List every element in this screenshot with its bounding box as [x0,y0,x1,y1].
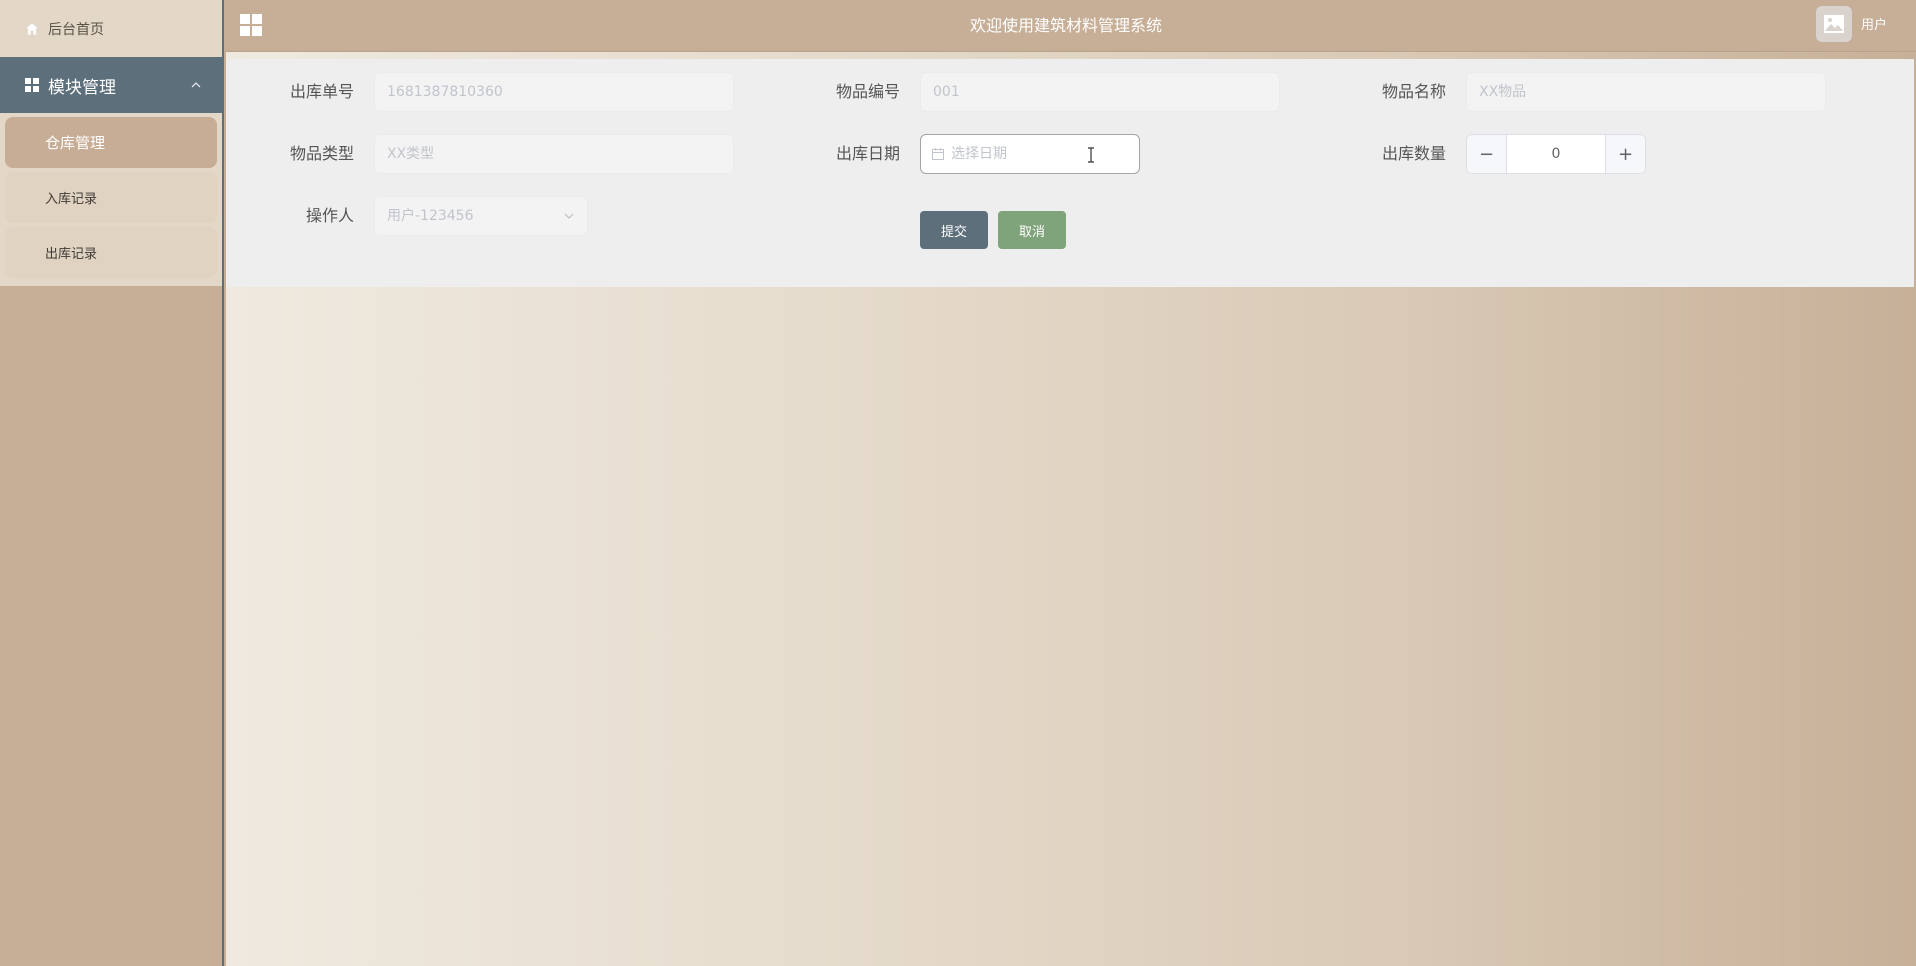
quantity-value[interactable]: 0 [1507,135,1605,173]
image-icon [1824,15,1844,33]
sidebar-item-inbound-records[interactable]: 入库记录 [5,172,217,223]
sidebar: 后台首页 模块管理 仓库管理 入库记录 出库记录 [0,0,224,966]
outbound-form: 出库单号 1681387810360 物品编号 001 物品名称 XX物品 物品… [226,59,1914,287]
decrease-button[interactable]: − [1467,135,1507,173]
user-name[interactable]: 用户 [1861,0,1887,52]
top-header: 欢迎使用建筑材料管理系统 用户 [226,0,1916,52]
item-name-label: 物品名称 [1381,82,1446,101]
chevron-down-icon [563,210,575,222]
item-type-label: 物品类型 [289,144,354,163]
sidebar-module-management[interactable]: 模块管理 [0,57,222,113]
avatar[interactable] [1816,6,1852,42]
operator-select[interactable]: 用户-123456 [374,196,588,236]
operator-label: 操作人 [305,206,354,225]
home-icon [24,21,40,37]
increase-button[interactable]: + [1605,135,1645,173]
out-date-placeholder: 选择日期 [951,146,1007,162]
sidebar-item-outbound-records[interactable]: 出库记录 [5,227,217,278]
item-code-label: 物品编号 [835,82,900,101]
sidebar-item-home[interactable]: 后台首页 [0,0,222,57]
sidebar-item-label: 仓库管理 [45,134,106,152]
order-no-input[interactable]: 1681387810360 [374,72,734,112]
quantity-label: 出库数量 [1381,144,1446,163]
calendar-icon [931,147,945,161]
out-date-label: 出库日期 [835,144,900,163]
sidebar-item-label: 入库记录 [45,192,98,207]
sidebar-item-label: 出库记录 [45,247,98,262]
out-date-picker[interactable]: 选择日期 [920,134,1140,174]
item-name-input[interactable]: XX物品 [1466,72,1826,112]
sidebar-item-home-label: 后台首页 [48,21,104,38]
order-no-label: 出库单号 [289,82,354,101]
main-content: 出库单号 1681387810360 物品编号 001 物品名称 XX物品 物品… [226,52,1916,966]
item-code-input[interactable]: 001 [920,72,1280,112]
operator-value: 用户-123456 [387,208,474,224]
sidebar-module-label: 模块管理 [48,77,116,98]
chevron-up-icon [190,79,202,91]
sidebar-item-warehouse[interactable]: 仓库管理 [5,117,217,168]
item-type-input[interactable]: XX类型 [374,134,734,174]
page-title: 欢迎使用建筑材料管理系统 [969,16,1162,35]
submit-button[interactable]: 提交 [920,211,988,249]
text-cursor-icon [1086,147,1096,163]
cancel-button[interactable]: 取消 [998,211,1066,249]
grid-icon [24,77,40,93]
quantity-stepper[interactable]: − 0 + [1466,134,1646,174]
sidebar-submenu: 仓库管理 入库记录 出库记录 [0,113,222,286]
